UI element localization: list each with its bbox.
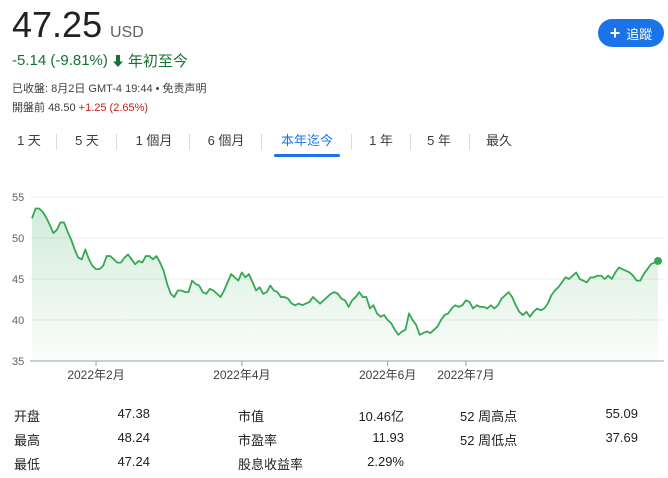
price-change-row: -5.14 (-9.81%) 年初至今 (12, 50, 188, 71)
tab-divider (189, 134, 190, 150)
stat-pe-value: 11.93 (372, 430, 404, 445)
stat-open-label: 开盘 (14, 409, 41, 424)
y-tick-label: 35 (12, 356, 24, 368)
stat-52wk-low-value: 37.69 (605, 430, 638, 445)
stat-pe-label: 市盈率 (238, 433, 278, 448)
y-tick-label: 50 (12, 233, 24, 245)
x-tick-label: 2022年4月 (213, 368, 270, 382)
x-tick-label: 2022年7月 (437, 368, 494, 382)
stat-mktcap-label: 市值 (238, 409, 265, 424)
stat-low-value: 47.24 (117, 454, 150, 469)
tab-5y[interactable]: 5 年 (422, 128, 456, 154)
stat-low-label: 最低 (14, 457, 41, 472)
tab-divider (56, 134, 57, 150)
premarket-change: +1.25 (2.65%) (78, 102, 149, 114)
premarket-label: 開盤前 (12, 102, 45, 114)
premarket-price: 48.50 (48, 102, 76, 114)
y-tick-label: 55 (12, 192, 24, 204)
latest-price-dot (654, 256, 662, 265)
arrow-down-icon (112, 54, 124, 68)
price-chart-svg: 55 50 45 40 35 2022年2月 2022年4月 2022年6月 2022年7月 (12, 192, 664, 382)
x-tick-label: 2022年6月 (359, 368, 416, 382)
range-tabs: 1 天 5 天 1 個月 6 個月 本年迄今 1 年 5 年 最久 (0, 128, 668, 158)
stat-high-value: 48.24 (117, 430, 150, 445)
price-area (32, 208, 658, 361)
tab-divider (410, 134, 411, 150)
follow-button[interactable]: + 追蹤 (598, 19, 664, 47)
tab-1y[interactable]: 1 年 (364, 128, 398, 154)
quote-currency: USD (110, 24, 144, 41)
tab-divider (469, 134, 470, 150)
stat-yield-label: 股息收益率 (238, 457, 304, 472)
stat-52wk-low-label: 52 周低点 (460, 433, 518, 448)
stat-mktcap-value: 10.46亿 (358, 409, 404, 424)
stat-open-value: 47.38 (117, 406, 150, 421)
premarket-info: 開盤前 48.50 +1.25 (2.65%) (12, 99, 148, 115)
stat-high-label: 最高 (14, 433, 41, 448)
tab-6m[interactable]: 6 個月 (202, 128, 250, 154)
tab-divider (116, 134, 117, 150)
tab-divider (261, 134, 262, 150)
quote-price: 47.25 (12, 4, 103, 45)
tab-ytd[interactable]: 本年迄今 (274, 128, 340, 157)
price-chart[interactable]: 55 50 45 40 35 2022年2月 2022年4月 2022年6月 2022年7月 (0, 180, 668, 390)
plus-icon: + (609, 23, 621, 43)
x-tick-label: 2022年2月 (67, 368, 124, 382)
stat-yield-value: 2.29% (367, 454, 404, 469)
price-change: -5.14 (-9.81%) (12, 52, 108, 69)
y-tick-label: 40 (12, 315, 24, 327)
tab-divider (351, 134, 352, 150)
tab-1m[interactable]: 1 個月 (130, 128, 178, 154)
follow-button-label: 追蹤 (626, 26, 653, 42)
stat-52wk-high-label: 52 周高点 (460, 409, 518, 424)
y-tick-label: 45 (12, 274, 24, 286)
closed-info: 已收盤: 8月2日 GMT-4 19:44 • 免责声明 (12, 83, 207, 95)
tab-max[interactable]: 最久 (482, 128, 516, 154)
stat-52wk-high-value: 55.09 (605, 406, 638, 421)
tab-5d[interactable]: 5 天 (70, 128, 104, 154)
tab-1d[interactable]: 1 天 (12, 128, 46, 154)
change-period: 年初至今 (127, 53, 188, 70)
